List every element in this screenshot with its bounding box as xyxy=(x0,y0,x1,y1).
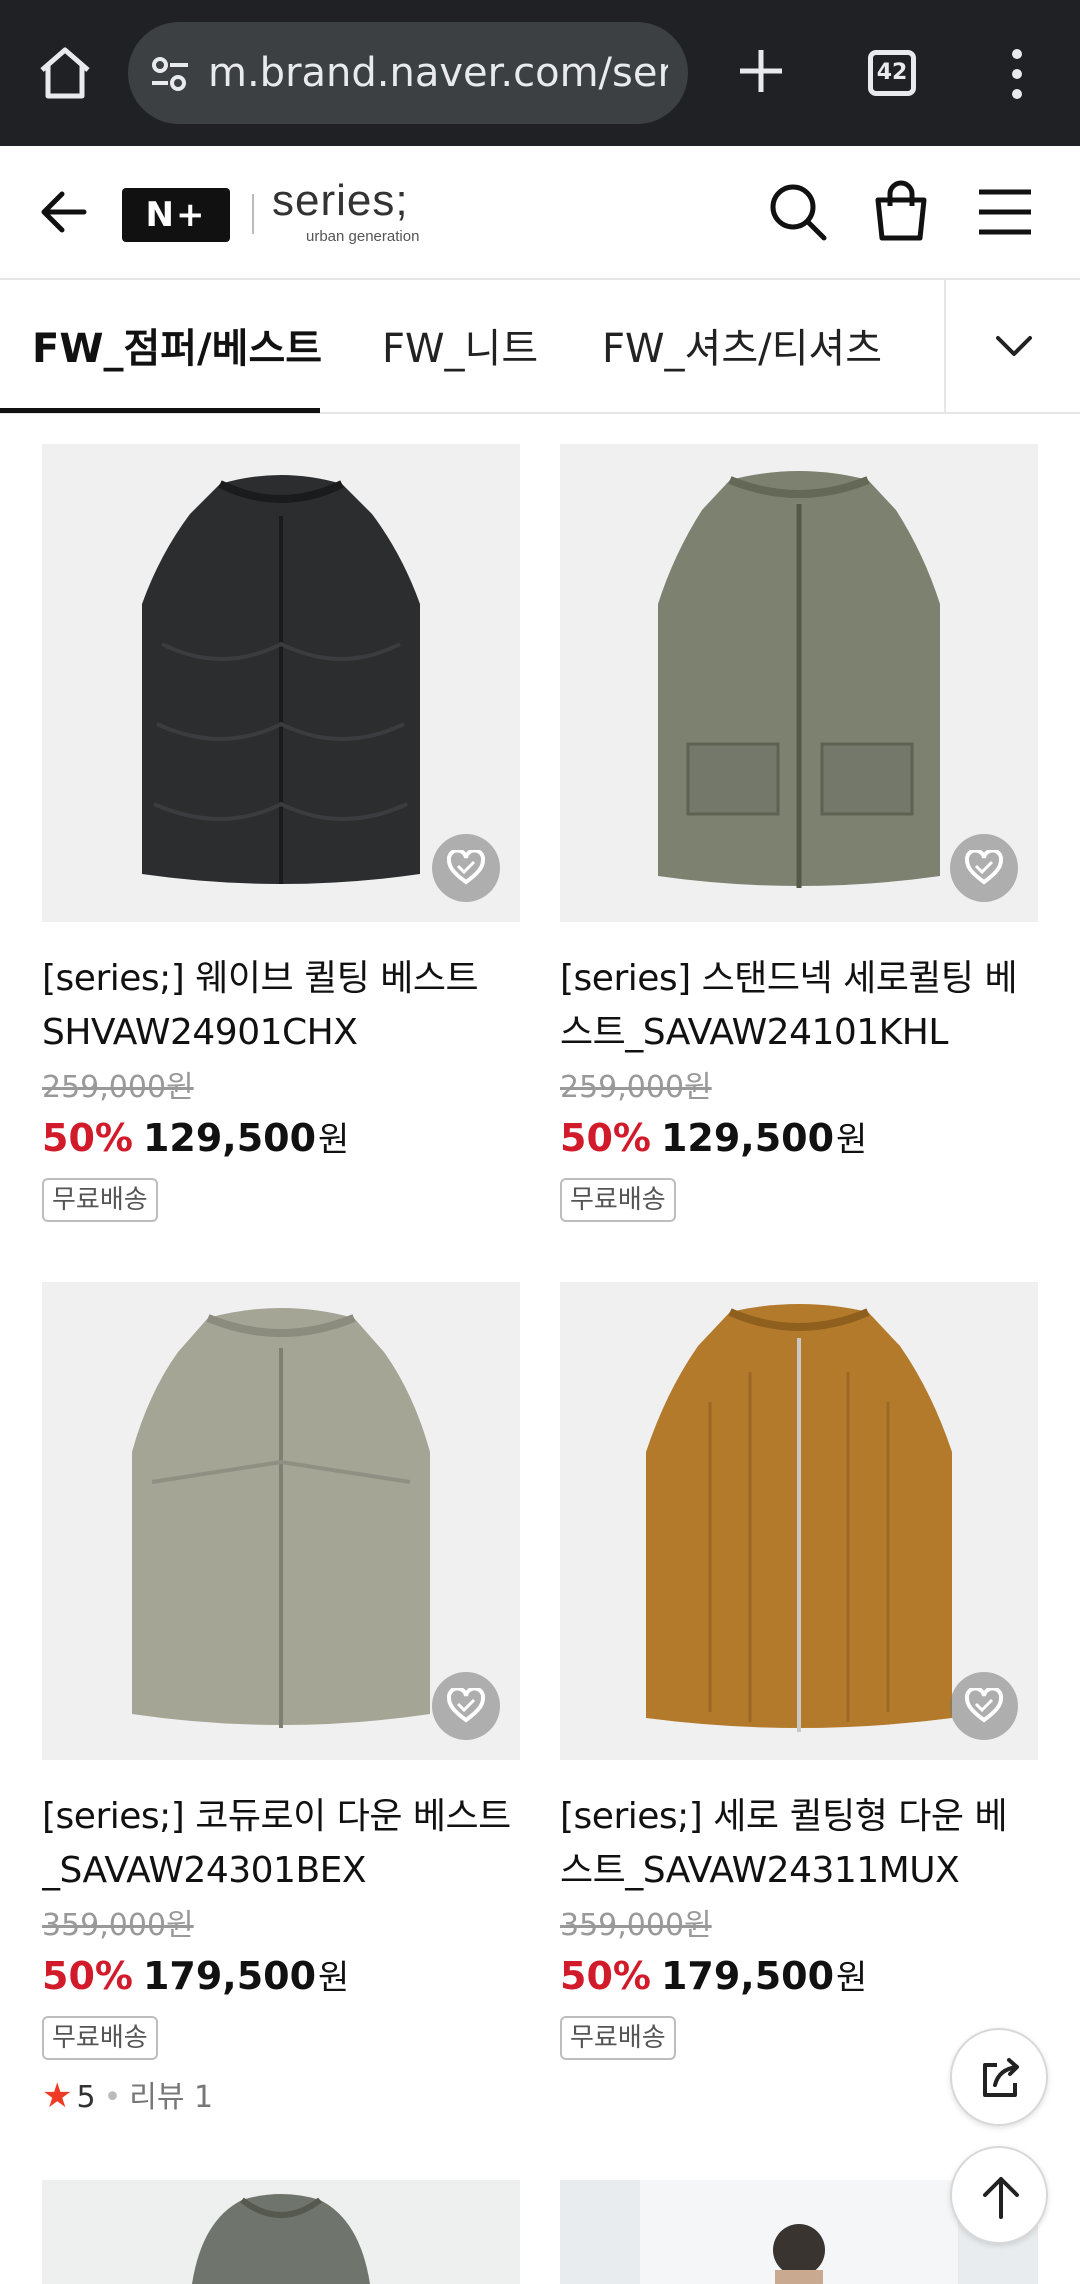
tab-fw-shirts[interactable]: FW_셔츠/티셔츠 xyxy=(602,316,882,374)
sale-price-row: 50% 129,500원 xyxy=(42,1110,520,1166)
product-title[interactable]: [series] 스탠드넥 세로퀼팅 베스트_SAVAW24101KHL xyxy=(560,952,1038,1060)
heart-icon xyxy=(964,850,1004,885)
product-card[interactable]: [series] 스탠드넥 세로퀼팅 베스트_SAVAW24101KHL 259… xyxy=(560,444,1038,1222)
product-image[interactable] xyxy=(42,444,520,922)
original-price: 259,000원 xyxy=(42,1070,194,1105)
share-icon xyxy=(983,2058,1019,2097)
product-title[interactable]: [series;] 세로 퀼팅형 다운 베스트_SAVAW24311MUX xyxy=(560,1790,1038,1898)
product-image[interactable] xyxy=(560,1282,1038,1760)
brand-logo[interactable]: series; xyxy=(272,176,409,226)
wishlist-button[interactable] xyxy=(950,834,1018,902)
tab-switcher-button[interactable]: 42 xyxy=(868,50,916,96)
review-count: 리뷰 1 xyxy=(129,2080,214,2115)
free-shipping-badge: 무료배송 xyxy=(560,1178,676,1222)
tab-fw-jumper-vest[interactable]: FW_점퍼/베스트 xyxy=(32,316,322,374)
separator-dot: • xyxy=(103,2080,122,2115)
browser-toolbar: m.brand.naver.com/series 42 xyxy=(0,0,1080,146)
search-icon[interactable] xyxy=(766,180,830,244)
product-image[interactable] xyxy=(42,1282,520,1760)
home-icon[interactable] xyxy=(34,42,96,104)
original-price: 259,000원 xyxy=(560,1070,712,1105)
share-button[interactable] xyxy=(950,2028,1048,2126)
brand-subtitle: urban generation xyxy=(306,228,420,245)
product-image[interactable] xyxy=(42,2180,520,2284)
product-card[interactable]: [series;] 웨이브 퀼팅 베스트 SHVAW24901CHX 259,0… xyxy=(42,444,520,1222)
product-card[interactable]: [series;] 세로 퀼팅형 다운 베스트_SAVAW24311MUX 35… xyxy=(560,1282,1038,2060)
jacket-image xyxy=(192,2194,370,2284)
heart-icon xyxy=(446,1688,486,1723)
free-shipping-badge: 무료배송 xyxy=(42,2016,158,2060)
chevron-down-icon xyxy=(996,336,1032,356)
free-shipping-badge: 무료배송 xyxy=(560,2016,676,2060)
scroll-to-top-button[interactable] xyxy=(950,2146,1048,2244)
back-arrow-icon[interactable] xyxy=(36,184,92,240)
discount-rate: 50% xyxy=(560,1954,651,1998)
rating-row: ★ 5 • 리뷰 1 xyxy=(42,2074,520,2118)
hamburger-menu-icon[interactable] xyxy=(976,184,1034,240)
naver-plus-logo[interactable]: N+ xyxy=(122,188,230,242)
currency-unit: 원 xyxy=(318,1958,350,1998)
discount-rate: 50% xyxy=(42,1116,133,1160)
original-price: 359,000원 xyxy=(560,1908,712,1943)
wishlist-button[interactable] xyxy=(432,834,500,902)
product-title[interactable]: [series;] 웨이브 퀼팅 베스트 SHVAW24901CHX xyxy=(42,952,520,1060)
product-title[interactable]: [series;] 코듀로이 다운 베스트_SAVAW24301BEX xyxy=(42,1790,520,1898)
heart-icon xyxy=(446,850,486,885)
sale-price: 179,500 xyxy=(660,1954,835,1998)
wishlist-button[interactable] xyxy=(950,1672,1018,1740)
site-settings-icon[interactable] xyxy=(148,52,192,96)
free-shipping-badge: 무료배송 xyxy=(42,1178,158,1222)
tab-fw-knit[interactable]: FW_니트 xyxy=(382,316,538,374)
sale-price-row: 50% 129,500원 xyxy=(560,1110,1038,1166)
star-icon: ★ xyxy=(42,2076,73,2116)
product-image[interactable] xyxy=(560,444,1038,922)
category-tabs: FW_점퍼/베스트 FW_니트 FW_셔츠/티셔츠 xyxy=(0,280,1080,414)
sale-price: 129,500 xyxy=(660,1116,835,1160)
site-header: N+ series; urban generation xyxy=(0,146,1080,280)
currency-unit: 원 xyxy=(836,1958,868,1998)
address-bar[interactable]: m.brand.naver.com/series xyxy=(128,22,688,124)
expand-tabs-button[interactable] xyxy=(944,280,1080,412)
wishlist-button[interactable] xyxy=(432,1672,500,1740)
sale-price: 179,500 xyxy=(142,1954,317,1998)
logo-divider xyxy=(252,194,254,234)
sale-price-row: 50% 179,500원 xyxy=(42,1948,520,2004)
discount-rate: 50% xyxy=(42,1954,133,1998)
shopping-bag-icon[interactable] xyxy=(870,178,932,244)
arrow-up-icon xyxy=(983,2177,1019,2219)
rating-score: 5 xyxy=(76,2080,96,2115)
currency-unit: 원 xyxy=(836,1120,868,1160)
url-text[interactable]: m.brand.naver.com/series xyxy=(208,48,668,98)
discount-rate: 50% xyxy=(560,1116,651,1160)
currency-unit: 원 xyxy=(318,1120,350,1160)
sale-price: 129,500 xyxy=(142,1116,317,1160)
original-price: 359,000원 xyxy=(42,1908,194,1943)
active-tab-indicator xyxy=(0,408,320,413)
sale-price-row: 50% 179,500원 xyxy=(560,1948,1038,2004)
heart-icon xyxy=(964,1688,1004,1723)
product-card[interactable]: [series;] 코듀로이 다운 베스트_SAVAW24301BEX 359,… xyxy=(42,1282,520,2118)
more-options-icon[interactable] xyxy=(1000,46,1034,102)
new-tab-icon[interactable] xyxy=(730,40,792,102)
